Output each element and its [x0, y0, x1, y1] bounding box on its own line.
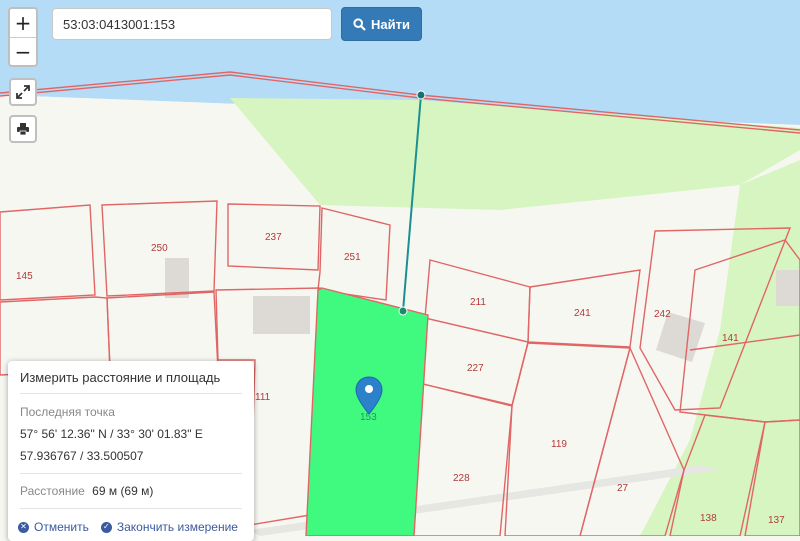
cancel-label: Отменить — [34, 520, 89, 534]
zoom-in-button[interactable]: + — [10, 9, 36, 37]
fullscreen-button[interactable] — [9, 78, 37, 106]
distance-label: Расстояние — [20, 484, 85, 498]
parcel-label-145: 145 — [16, 271, 33, 282]
parcel-label-111: 111 — [255, 392, 271, 403]
print-icon — [17, 123, 29, 136]
finish-measure-button[interactable]: ✓ Закончить измерение — [100, 520, 238, 534]
fullscreen-icon — [16, 85, 30, 99]
parcel-label-119: 119 — [551, 439, 567, 450]
parcel-label-237: 237 — [265, 232, 282, 243]
parcel-label-242: 242 — [654, 309, 671, 320]
search-input[interactable] — [52, 8, 332, 40]
parcel-label-250: 250 — [151, 243, 168, 254]
search-button-label: Найти — [371, 16, 410, 32]
measure-point-start[interactable] — [416, 90, 426, 100]
coords-dms: 57° 56' 12.36" N / 33° 30' 01.83" E — [20, 427, 203, 441]
parcel-label-137: 137 — [768, 515, 785, 526]
cancel-measure-button[interactable]: ✕ Отменить — [18, 520, 89, 534]
zoom-control: + − — [8, 7, 38, 67]
measure-title: Измерить расстояние и площадь — [20, 370, 221, 385]
building — [253, 296, 310, 334]
print-button[interactable] — [9, 115, 37, 143]
finish-label: Закончить измерение — [116, 520, 238, 534]
distance-row: Расстояние 69 м (69 м) — [8, 474, 254, 508]
parcel-label-228: 228 — [453, 473, 470, 484]
zoom-out-button[interactable]: − — [10, 37, 36, 65]
coords-decimal: 57.936767 / 33.500507 — [20, 449, 144, 463]
search-button[interactable]: Найти — [341, 7, 422, 41]
check-icon: ✓ — [100, 521, 112, 533]
parcel-label-211: 211 — [470, 297, 486, 308]
measure-point-end[interactable] — [398, 306, 408, 316]
parcel-label-27: 27 — [617, 483, 629, 494]
measure-panel: Измерить расстояние и площадь Последняя … — [8, 361, 254, 541]
distance-value: 69 м (69 м) — [92, 484, 154, 498]
search-icon — [353, 17, 366, 31]
cancel-icon: ✕ — [18, 521, 29, 533]
building — [776, 270, 800, 306]
parcel-label-251: 251 — [344, 252, 361, 263]
parcel-label-241: 241 — [574, 308, 591, 319]
parcel-label-141: 141 — [722, 333, 739, 344]
last-point-label: Последняя точка — [20, 405, 115, 419]
parcel-label-138: 138 — [700, 513, 717, 524]
parcel-label-227: 227 — [467, 363, 484, 374]
measure-actions: ✕ Отменить ✓ Закончить измерение — [8, 509, 254, 534]
